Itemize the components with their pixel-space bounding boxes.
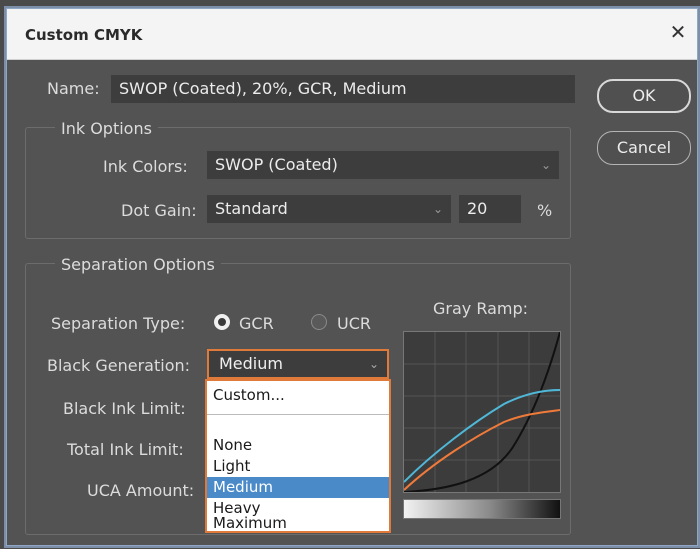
title-bar: Custom CMYK ✕ [7,9,697,60]
ucr-label: UCR [337,314,371,333]
gcr-radio[interactable] [214,314,230,330]
cancel-button[interactable]: Cancel [597,131,691,165]
menu-item-maximum[interactable]: Maximum [207,513,389,534]
orange-curve [403,409,561,491]
dot-gain-unit: % [537,201,553,220]
menu-item-medium[interactable]: Medium [207,477,389,498]
separation-type-label: Separation Type: [51,314,186,333]
ok-button[interactable]: OK [597,79,691,113]
black-generation-menu: Custom... None Light Medium Heavy Maximu… [205,379,391,533]
ink-colors-label: Ink Colors: [103,157,188,176]
ink-colors-select[interactable]: SWOP (Coated) ⌄ [207,151,559,179]
dot-gain-amount-input[interactable]: 20 [459,195,521,223]
black-generation-value: Medium [219,354,283,373]
gray-gradient-bar [403,499,561,519]
cyan-curve [403,389,561,483]
menu-item-light[interactable]: Light [207,456,389,477]
dot-gain-label: Dot Gain: [121,201,197,220]
custom-cmyk-dialog: Custom CMYK ✕ Name: SWOP (Coated), 20%, … [6,8,698,546]
dot-gain-select[interactable]: Standard ⌄ [207,195,451,223]
black-ink-limit-label: Black Ink Limit: [63,399,186,418]
chevron-down-icon: ⌄ [432,202,443,216]
ink-options-heading: Ink Options [55,119,158,138]
menu-item-custom[interactable]: Custom... [207,385,389,406]
total-ink-limit-label: Total Ink Limit: [67,440,184,459]
gray-ramp-label: Gray Ramp: [433,299,529,318]
black-generation-label: Black Generation: [47,356,191,375]
chevron-down-icon: ⌄ [540,158,551,172]
name-label: Name: [47,79,100,98]
name-input[interactable]: SWOP (Coated), 20%, GCR, Medium [111,75,575,103]
black-curve [403,331,561,493]
gray-ramp-chart [403,331,561,493]
dialog-title: Custom CMYK [25,26,143,44]
menu-item-none[interactable]: None [207,435,389,456]
uca-amount-label: UCA Amount: [87,481,195,500]
ink-colors-value: SWOP (Coated) [215,155,338,174]
ucr-radio[interactable] [311,314,327,330]
gcr-label: GCR [239,314,274,333]
dot-gain-value: Standard [215,199,288,218]
gray-ramp-graph [403,331,561,493]
close-icon[interactable]: ✕ [667,21,689,43]
black-generation-select[interactable]: Medium ⌄ [207,349,389,379]
separation-options-heading: Separation Options [55,255,221,274]
menu-separator [207,414,389,415]
chevron-down-icon: ⌄ [368,357,379,371]
